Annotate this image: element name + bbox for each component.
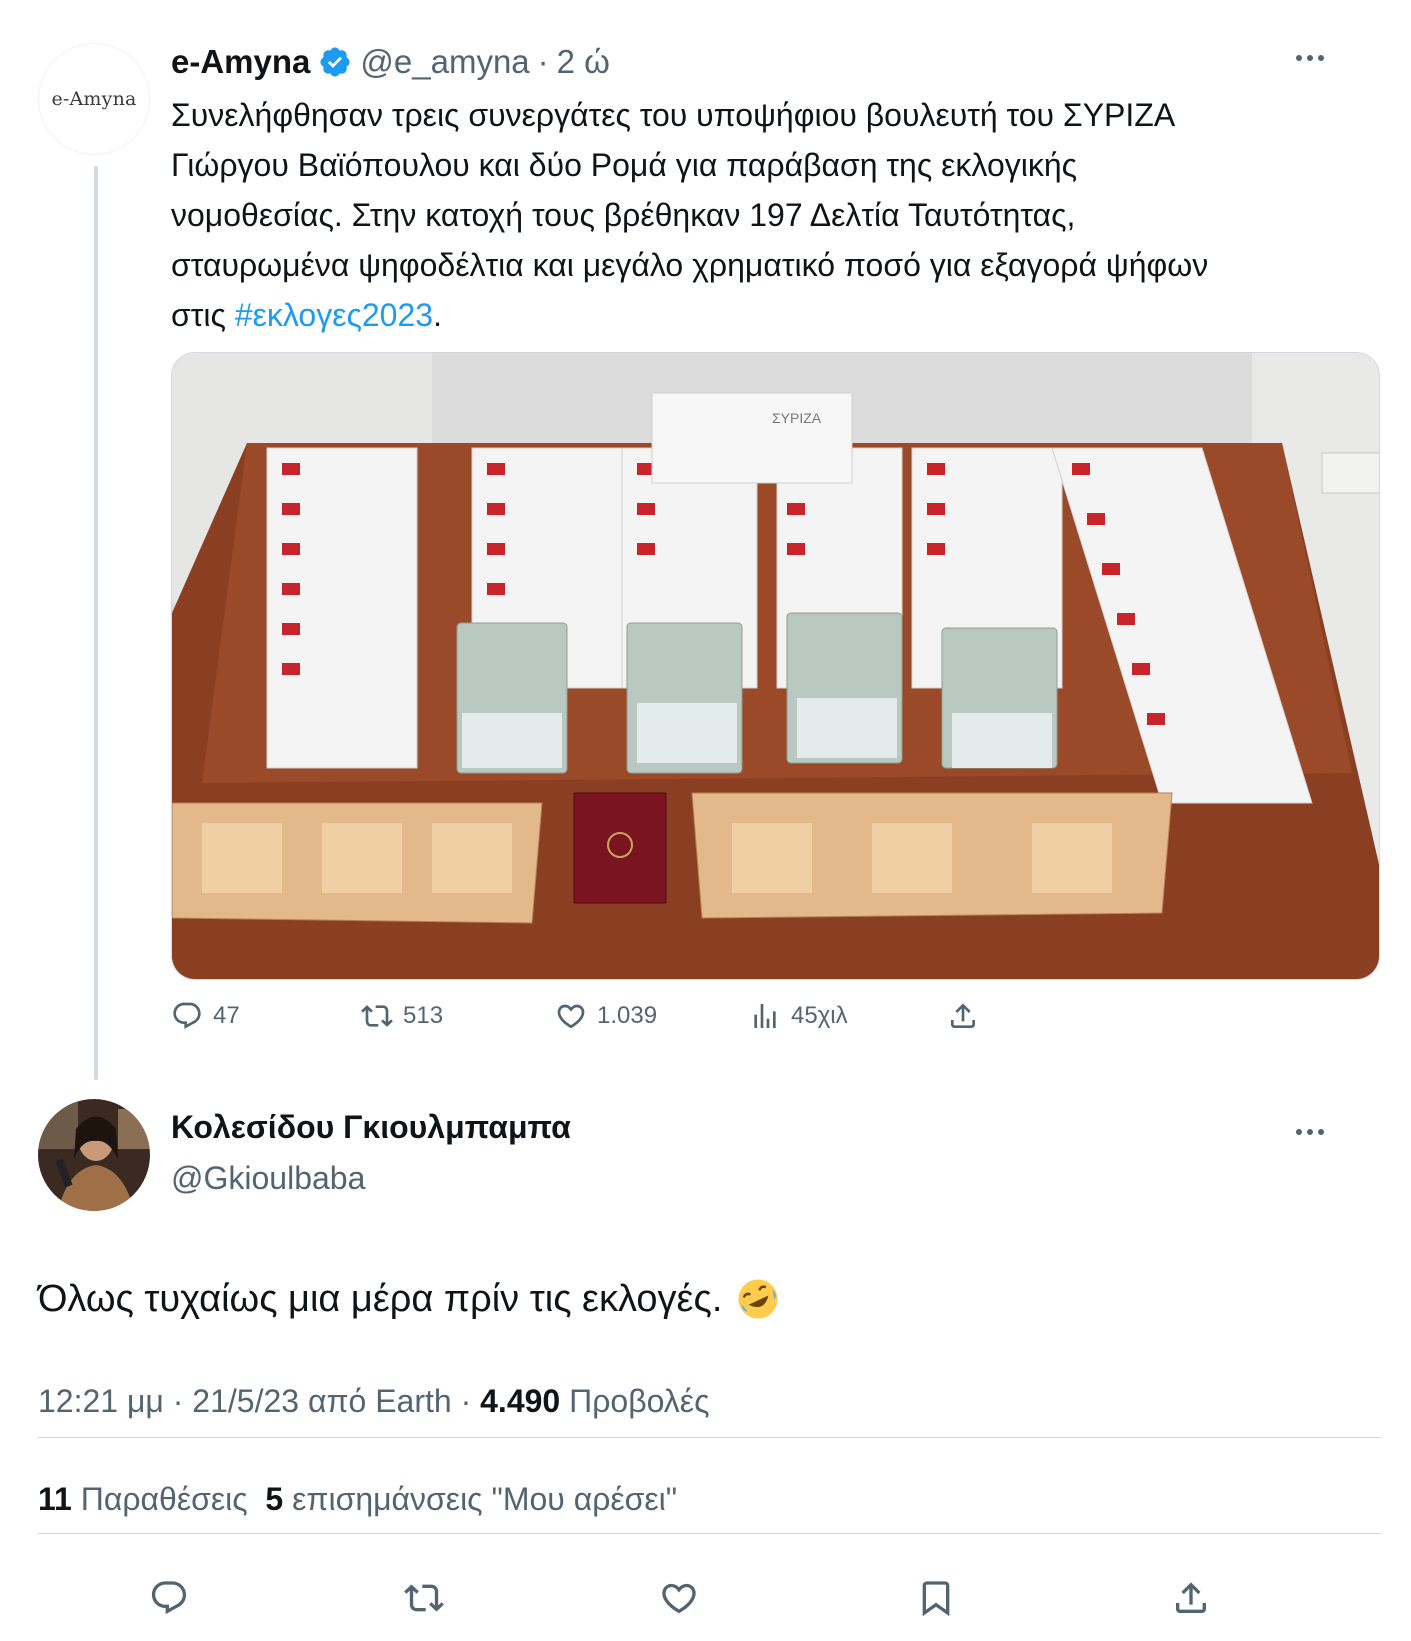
like-icon (557, 1004, 585, 1029)
engagement-stats: 11 Παραθέσεις 5 επισημάνσεις "Μου αρέσει… (38, 1481, 677, 1518)
retweet-icon[interactable] (404, 1578, 444, 1618)
tweet-text-end: . (433, 297, 442, 333)
rofl-emoji-icon (738, 1279, 778, 1319)
likes-count: 5 (265, 1481, 284, 1517)
share-icon[interactable] (1171, 1578, 1211, 1618)
verified-badge-icon[interactable] (318, 45, 352, 79)
likes-label: επισημάνσεις "Μου αρέσει" (283, 1481, 678, 1517)
reply-button[interactable]: 47 (171, 996, 240, 1036)
author-handle[interactable]: @Gkioulbaba (171, 1160, 365, 1197)
retweet-icon (361, 1005, 393, 1027)
author-name[interactable]: e-Amyna (171, 43, 310, 81)
divider (38, 1437, 1381, 1438)
avatar[interactable] (38, 1099, 150, 1211)
views-count: 4.490 (480, 1383, 561, 1419)
views-icon (754, 1004, 776, 1028)
views-button[interactable]: 45χιλ (749, 996, 848, 1036)
quotes-count: 11 (38, 1481, 72, 1517)
like-count: 1.039 (597, 1002, 658, 1029)
like-button[interactable]: 1.039 (555, 996, 657, 1036)
tweet-time[interactable]: 2 ώ (557, 43, 610, 81)
separator-dot: · (537, 43, 549, 80)
ballot-label: ΣΥΡΙΖΑ (772, 410, 822, 426)
quotes-label: Παραθέσεις (71, 1481, 248, 1517)
share-icon (951, 1003, 975, 1028)
evidence-photo-illustration: ΣΥΡΙΖΑ (172, 353, 1379, 979)
author-name[interactable]: Κολεσίδου Γκιουλμπαμπα (171, 1109, 571, 1146)
meta-separator: · (163, 1383, 193, 1419)
user-avatar-photo (38, 1099, 150, 1211)
views-label: Προβολές (560, 1383, 710, 1419)
likes-link[interactable]: 5 επισημάνσεις "Μου αρέσει" (265, 1481, 677, 1517)
reply-count: 47 (213, 1002, 240, 1029)
avatar[interactable]: e-Amyna (38, 43, 150, 155)
author-handle[interactable]: @e_amyna (360, 43, 529, 81)
tweet-text: Όλως τυχαίως μια μέρα πρίν τις εκλογές. (38, 1277, 780, 1321)
tweet-date[interactable]: 21/5/23 (192, 1383, 299, 1419)
divider (38, 1533, 1381, 1534)
tweet-text-body: Όλως τυχαίως μια μέρα πρίν τις εκλογές. (38, 1277, 723, 1320)
share-button[interactable] (947, 996, 979, 1036)
retweet-button[interactable]: 513 (361, 996, 443, 1036)
quotes-link[interactable]: 11 Παραθέσεις (38, 1481, 248, 1517)
avatar-logo-text: e-Amyna (51, 88, 137, 110)
retweet-count: 513 (403, 1002, 444, 1029)
meta-separator: · (451, 1383, 481, 1419)
bookmark-icon[interactable] (916, 1578, 956, 1618)
reply-icon[interactable] (149, 1578, 189, 1618)
tweet-time[interactable]: 12:21 μμ (38, 1383, 164, 1419)
hashtag-link[interactable]: #εκλογες2023 (235, 297, 433, 333)
from-label: από (299, 1383, 376, 1419)
views-count: 45χιλ (791, 1002, 848, 1029)
tweet-actions: 47 513 1.039 45χιλ (171, 996, 1071, 1036)
tweet-photo[interactable]: ΣΥΡΙΖΑ (171, 352, 1380, 980)
tweet-text: Συνελήφθησαν τρεις συνεργάτες του υποψήφ… (171, 90, 1371, 340)
reply-icon (173, 1002, 201, 1029)
thread-connector-line (94, 166, 98, 1080)
more-icon[interactable] (1296, 55, 1324, 61)
more-icon[interactable] (1296, 1129, 1324, 1135)
like-icon[interactable] (659, 1578, 699, 1618)
tweet-meta: 12:21 μμ · 21/5/23 από Earth · 4.490 Προ… (38, 1383, 709, 1420)
tweet-header: e-Amyna @e_amyna · 2 ώ (171, 38, 610, 86)
tweet-source: Earth (375, 1383, 452, 1419)
